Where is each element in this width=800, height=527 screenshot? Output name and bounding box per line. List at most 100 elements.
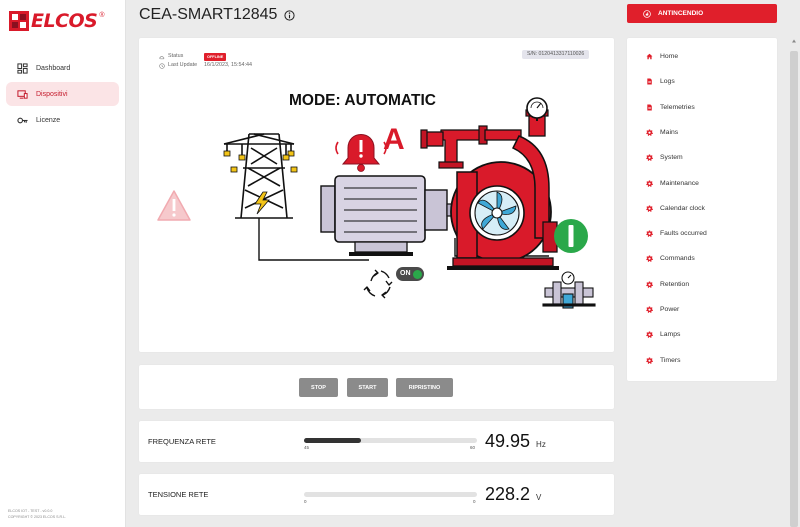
menu-item-label: Maintenance: [660, 179, 699, 187]
menu-item-label: Home: [660, 53, 679, 60]
sidebar-nav: Dashboard Dispositivi Licenze: [6, 56, 119, 134]
info-icon[interactable]: [284, 9, 296, 21]
gear-icon: [646, 331, 653, 339]
mode-letter: A: [383, 123, 405, 156]
frequency-bar-fill: [304, 438, 362, 443]
running-status-icon: [554, 219, 588, 253]
power-tower-icon: [223, 133, 295, 219]
menu-item-label: Calendar clock: [660, 204, 705, 212]
frequency-bar: [304, 438, 477, 443]
menu-item-label: Retention: [660, 280, 690, 288]
gear-icon: [646, 129, 653, 136]
menu-item-home[interactable]: Home: [646, 53, 678, 60]
menu-item-label: Logs: [660, 78, 675, 86]
menu-item-telemetries[interactable]: Telemetries: [646, 104, 695, 111]
warning-icon: [157, 190, 191, 221]
voltage-bar: [304, 492, 477, 497]
menu-item-label: Lamps: [660, 331, 681, 339]
gear-icon: [646, 357, 653, 364]
sidebar: ELCOS ® Dashboard Dispositivi Licenze EL…: [0, 0, 126, 527]
gear-icon: [646, 255, 653, 263]
menu-item-timers[interactable]: Timers: [646, 357, 681, 364]
logo-text: ELCOS: [31, 10, 98, 32]
on-toggle-label: ON: [400, 270, 411, 277]
pump-schematic: A: [157, 97, 596, 309]
rotation-icon: [363, 269, 393, 299]
menu-item-label: Power: [660, 306, 680, 313]
frequency-label: FREQUENZA RETE: [148, 437, 216, 446]
frequency-max: 60: [470, 445, 476, 450]
menu-item-label: Faults occurred: [660, 230, 707, 238]
menu-item-label: Commands: [660, 255, 695, 263]
menu-item-power[interactable]: Power: [646, 306, 679, 313]
sidebar-item-dispositivi[interactable]: Dispositivi: [6, 82, 119, 106]
scroll-up-icon[interactable]: [791, 38, 797, 44]
voltage-card: TENSIONE RETE 0 0 228.2 V: [139, 474, 614, 515]
start-button[interactable]: START: [347, 378, 388, 397]
key-icon: [17, 117, 28, 123]
menu-item-maintenance[interactable]: Maintenance: [646, 180, 699, 187]
antincendio-button[interactable]: ANTINCENDIO: [627, 4, 777, 23]
frequency-card: FREQUENZA RETE 45 60 49.95 Hz: [139, 421, 614, 462]
device-title: CEA-SMART12845: [139, 6, 278, 23]
gear-icon: [646, 205, 653, 212]
gear-icon: [646, 154, 653, 162]
gear-icon: [646, 306, 653, 313]
voltage-min: 0: [304, 499, 307, 504]
menu-item-label: Telemetries: [660, 103, 695, 111]
gear-icon: [646, 230, 653, 238]
device-schematic-card: Status OFFLINE Last Update 16/1/2023, 15…: [139, 38, 614, 352]
insulator: [290, 166, 298, 173]
sidebar-item-dashboard[interactable]: Dashboard: [6, 56, 119, 80]
stop-button[interactable]: STOP: [299, 378, 338, 397]
controls-card: STOP START RIPRISTINO: [139, 365, 614, 409]
valve-assembly-icon: [542, 271, 596, 309]
sidebar-item-label: Dispositivi: [36, 90, 68, 98]
dashboard-icon: [17, 62, 28, 74]
elcos-logo-icon: [9, 11, 29, 31]
sidebar-item-licenze[interactable]: Licenze: [6, 108, 119, 132]
frequency-unit: Hz: [536, 440, 546, 449]
toggle-knob: [413, 269, 422, 279]
sidebar-item-label: Licenze: [36, 116, 61, 124]
insulator: [230, 166, 238, 173]
menu-item-faults-occurred[interactable]: Faults occurred: [646, 230, 707, 237]
document-icon: [647, 78, 652, 85]
frequency-value: 49.95: [485, 431, 531, 451]
antincendio-label: ANTINCENDIO: [658, 10, 704, 17]
device-menu: Home Logs Telemetries Mains System Maintenanc…: [627, 38, 777, 381]
menu-item-lamps[interactable]: Lamps: [646, 331, 680, 338]
on-toggle[interactable]: ON: [396, 267, 424, 281]
elcos-logo[interactable]: ELCOS ®: [8, 9, 105, 33]
menu-item-calendar-clock[interactable]: Calendar clock: [646, 205, 705, 212]
voltage-unit: V: [536, 493, 542, 502]
reset-button[interactable]: RIPRISTINO: [396, 378, 453, 397]
frequency-value-display: 49.95 Hz: [485, 431, 546, 452]
menu-item-mains[interactable]: Mains: [646, 129, 678, 136]
home-icon: [646, 53, 653, 60]
gear-icon: [646, 179, 653, 187]
logo-registered-mark: ®: [99, 12, 105, 19]
alarm-bell-icon: [335, 134, 387, 172]
menu-item-retention[interactable]: Retention: [646, 281, 689, 288]
insulator: [223, 150, 231, 157]
menu-item-logs[interactable]: Logs: [646, 78, 675, 85]
menu-item-label: System: [660, 154, 683, 162]
voltage-label: TENSIONE RETE: [148, 490, 209, 499]
gear-icon: [646, 281, 653, 288]
sidebar-footer: ELCOS IOT - TEST - v0.0.0 COPYRIGHT © 20…: [8, 508, 66, 520]
devices-icon: [17, 89, 28, 99]
footer-copyright: COPYRIGHT © 2023 ELCOS S.R.L.: [8, 515, 67, 519]
flame-icon: [643, 9, 651, 18]
voltage-max: 0: [473, 499, 476, 504]
page-title: CEA-SMART12845: [139, 5, 296, 25]
menu-item-label: Mains: [660, 128, 679, 136]
insulator: [282, 154, 290, 161]
insulator: [238, 154, 246, 161]
page-scrollbar[interactable]: [790, 51, 798, 527]
sidebar-item-label: Dashboard: [36, 64, 71, 72]
menu-item-system[interactable]: System: [646, 154, 683, 161]
menu-item-commands[interactable]: Commands: [646, 255, 695, 262]
document-icon: [647, 104, 652, 111]
frequency-min: 45: [304, 445, 310, 450]
